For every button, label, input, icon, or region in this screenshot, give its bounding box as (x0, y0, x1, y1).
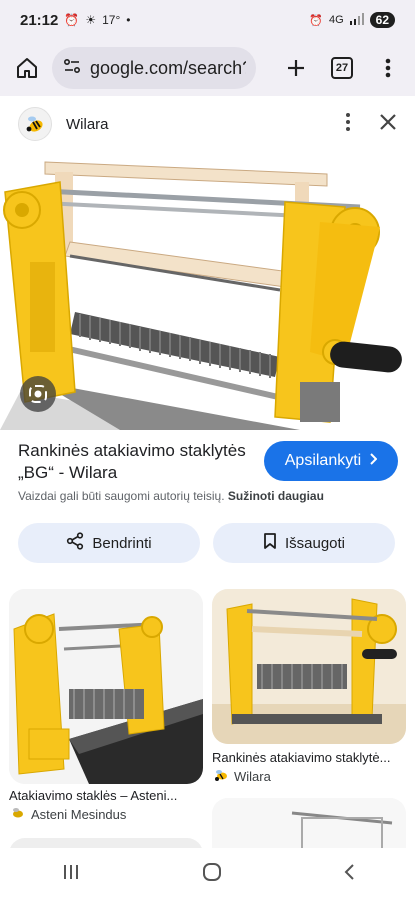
bee-logo-icon (214, 768, 228, 785)
share-label: Bendrinti (92, 534, 152, 552)
more-options-icon[interactable] (345, 112, 351, 137)
related-image-card[interactable] (9, 589, 203, 784)
related-source[interactable]: Asteni Mesindus (11, 806, 126, 823)
image-title[interactable]: Rankinės atakiavimo staklytės „BG“ - Wil… (18, 440, 248, 484)
site-info-icon[interactable] (62, 56, 82, 81)
browser-toolbar: google.com/search? 27 (0, 40, 415, 96)
alarm-clock-icon: ⏰ (309, 14, 323, 27)
source-site-name[interactable]: Wilara (66, 116, 109, 133)
status-bar: 21:12 ⏰ ☀ 17° • ⏰ 4G 62 (0, 0, 415, 40)
home-nav-icon[interactable] (202, 862, 222, 887)
status-temperature: 17° (102, 13, 121, 27)
related-source[interactable]: Wilara (214, 768, 271, 785)
signal-icon (349, 12, 364, 28)
home-icon[interactable] (10, 51, 44, 85)
bee-logo-icon (11, 806, 25, 823)
notification-dot-icon: • (126, 13, 131, 27)
related-source-name: Wilara (234, 769, 271, 784)
new-tab-icon[interactable] (279, 51, 313, 85)
visit-button[interactable]: Apsilankyti (264, 441, 398, 481)
url-text: google.com/search? (90, 57, 246, 78)
status-time: 21:12 (20, 11, 59, 29)
save-label: Išsaugoti (284, 534, 346, 552)
image-viewer-header: Wilara (0, 96, 415, 152)
tab-count: 27 (331, 57, 353, 79)
learn-more-link[interactable]: Sužinoti daugiau (228, 489, 324, 503)
main-image[interactable] (0, 152, 415, 430)
related-caption[interactable]: Rankinės atakiavimo staklytė... (212, 750, 406, 765)
close-icon[interactable] (379, 113, 397, 136)
share-button[interactable]: Bendrinti (18, 523, 200, 563)
battery-indicator: 62 (369, 12, 395, 28)
more-vert-icon[interactable] (371, 51, 405, 85)
alarm-icon: ⏰ (64, 13, 80, 27)
back-icon[interactable] (343, 863, 355, 886)
lens-icon[interactable] (20, 376, 56, 412)
related-image-thumbnail (9, 589, 203, 784)
copyright-notice: Vaizdai gali būti saugomi autorių teisių… (18, 489, 324, 503)
related-image-thumbnail (212, 589, 406, 744)
copyright-text: Vaizdai gali būti saugomi autorių teisių… (18, 489, 225, 503)
chevron-right-icon (369, 452, 378, 470)
save-button[interactable]: Išsaugoti (213, 523, 395, 563)
tab-switcher-icon[interactable]: 27 (325, 51, 359, 85)
weather-icon: ☀ (85, 13, 97, 27)
address-bar[interactable]: google.com/search? (52, 47, 256, 89)
network-type: 4G (328, 14, 344, 26)
related-image-card[interactable] (212, 589, 406, 744)
bookmark-icon (263, 532, 277, 554)
uncapping-machine-illustration (0, 161, 402, 430)
share-icon (66, 532, 84, 554)
recents-icon[interactable] (61, 863, 81, 886)
visit-button-label: Apsilankyti (284, 452, 362, 469)
related-source-name: Asteni Mesindus (31, 807, 127, 822)
related-caption[interactable]: Atakiavimo staklės – Asteni... (9, 788, 203, 803)
bee-logo-icon (18, 107, 52, 141)
system-navigation-bar (0, 848, 415, 900)
